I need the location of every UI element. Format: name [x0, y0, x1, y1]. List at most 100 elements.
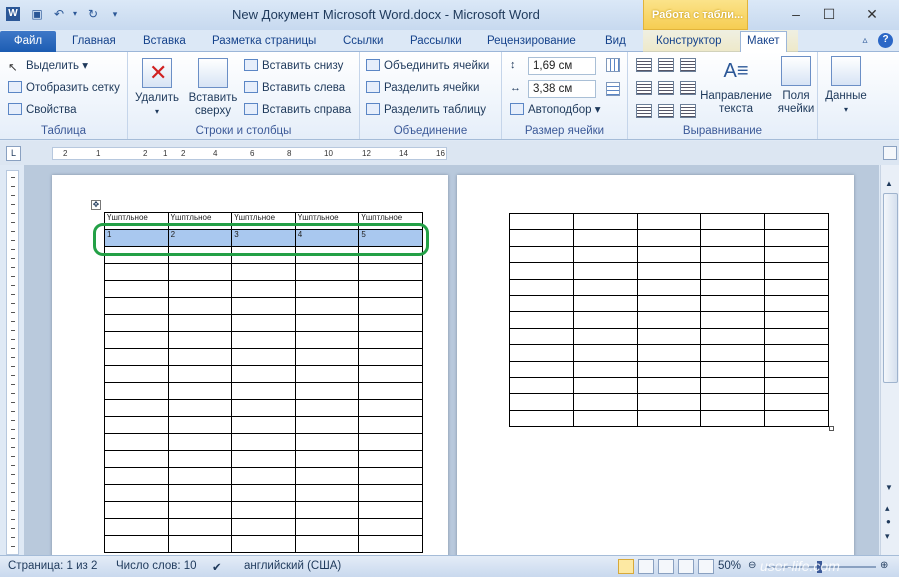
align-middle-center-icon[interactable]: [658, 81, 674, 95]
table-cell[interactable]: [104, 433, 169, 451]
distribute-rows-icon[interactable]: [606, 58, 620, 72]
tab-file[interactable]: Файл: [0, 31, 56, 53]
vertical-scrollbar[interactable]: ▲ ▼ ▴ ● ▾: [880, 165, 899, 555]
table-cell[interactable]: [294, 433, 360, 451]
table-cell[interactable]: [764, 212, 829, 231]
table-cell[interactable]: [358, 484, 423, 502]
table-cell[interactable]: [231, 467, 296, 485]
table-cell[interactable]: [104, 416, 169, 434]
table-cell[interactable]: [572, 278, 638, 296]
table-cell[interactable]: [636, 212, 702, 231]
table-cell[interactable]: [636, 262, 702, 280]
cell-margins-button[interactable]: Поля ячейки: [774, 56, 818, 116]
table-cell[interactable]: [764, 229, 829, 247]
tab-home[interactable]: Главная: [66, 32, 122, 52]
table-cell[interactable]: [700, 344, 766, 362]
table-cell[interactable]: [231, 484, 296, 502]
spellcheck-icon[interactable]: ✔: [212, 560, 222, 574]
row-height-field[interactable]: 1,69 см: [528, 57, 596, 75]
tab-design[interactable]: Конструктор: [650, 32, 728, 52]
table-cell[interactable]: [700, 311, 766, 329]
maximize-button[interactable]: ☐: [815, 4, 843, 24]
customize-qat-icon[interactable]: ▾: [108, 7, 122, 21]
table-cell[interactable]: [167, 433, 233, 451]
table-cell[interactable]: [764, 409, 829, 428]
web-layout-view-icon[interactable]: [658, 559, 674, 574]
scroll-down-icon[interactable]: ▼: [885, 483, 893, 492]
full-screen-view-icon[interactable]: [638, 559, 654, 574]
table-cell[interactable]: [104, 450, 169, 468]
table-cell[interactable]: [764, 278, 829, 296]
table-cell[interactable]: [509, 376, 574, 395]
table-cell[interactable]: [167, 263, 233, 281]
scroll-up-icon[interactable]: ▲: [885, 179, 893, 188]
table-cell[interactable]: [764, 344, 829, 362]
table-cell[interactable]: [104, 518, 169, 536]
table-cell[interactable]: [167, 314, 233, 332]
table-cell[interactable]: [509, 229, 574, 247]
table-cell[interactable]: [572, 360, 638, 378]
align-top-left-icon[interactable]: [636, 58, 652, 72]
table-cell[interactable]: [167, 501, 233, 519]
table-cell[interactable]: [294, 535, 360, 553]
table-cell[interactable]: [636, 294, 702, 313]
table-cell[interactable]: [636, 311, 702, 329]
table-cell[interactable]: [358, 433, 423, 451]
merge-cells-button[interactable]: Объединить ячейки: [366, 57, 489, 75]
table-row[interactable]: [104, 331, 423, 349]
table-cell[interactable]: [231, 416, 296, 434]
align-top-right-icon[interactable]: [680, 58, 696, 72]
table-cell[interactable]: [700, 393, 766, 411]
zoom-out-icon[interactable]: ⊖: [748, 560, 756, 571]
table-cell[interactable]: [294, 416, 360, 434]
align-middle-left-icon[interactable]: [636, 81, 652, 95]
table-row[interactable]: [104, 518, 423, 536]
table-cell[interactable]: [509, 278, 574, 296]
table-cell[interactable]: [231, 382, 296, 400]
table-cell[interactable]: [636, 393, 702, 411]
table-cell[interactable]: [167, 467, 233, 485]
table-row[interactable]: [104, 365, 423, 383]
table-cell[interactable]: [509, 409, 574, 428]
help-icon[interactable]: ?: [878, 33, 893, 48]
table-cell[interactable]: [231, 450, 296, 468]
close-button[interactable]: ✕: [858, 4, 886, 24]
table-row[interactable]: [509, 327, 829, 346]
align-bottom-center-icon[interactable]: [658, 104, 674, 118]
table-cell[interactable]: [104, 348, 169, 366]
table-cell[interactable]: [764, 262, 829, 280]
table-cell[interactable]: [572, 229, 638, 247]
tab-references[interactable]: Ссылки: [337, 32, 390, 52]
table-page-1[interactable]: Үшптльное Үшптльное Үшптльное Үшптльное Үшпт…: [104, 212, 423, 553]
table-cell[interactable]: [167, 450, 233, 468]
table-cell[interactable]: [572, 212, 638, 231]
zoom-in-icon[interactable]: ⊕: [880, 560, 888, 571]
table-row[interactable]: [104, 501, 423, 519]
table-cell[interactable]: [104, 501, 169, 519]
table-cell[interactable]: [231, 314, 296, 332]
table-row[interactable]: [509, 376, 829, 395]
autofit-button[interactable]: Автоподбор ▾: [510, 101, 601, 119]
table-cell[interactable]: [700, 212, 766, 231]
table-cell[interactable]: [358, 535, 423, 553]
table-cell[interactable]: [231, 535, 296, 553]
ribbon-minimize-icon[interactable]: ▵: [858, 34, 872, 48]
table-cell[interactable]: [167, 416, 233, 434]
show-gridlines-button[interactable]: Отобразить сетку: [8, 79, 120, 97]
table-cell[interactable]: [358, 280, 423, 298]
browse-object-icon[interactable]: ●: [886, 517, 891, 526]
table-cell[interactable]: [572, 327, 638, 346]
data-button[interactable]: Данные ▾: [822, 56, 870, 116]
table-cell[interactable]: [636, 409, 702, 428]
table-cell[interactable]: [231, 501, 296, 519]
table-row[interactable]: [509, 229, 829, 247]
table-cell[interactable]: [358, 518, 423, 536]
view-ruler-icon[interactable]: [883, 146, 897, 160]
table-cell[interactable]: [358, 348, 423, 366]
table-cell[interactable]: [294, 348, 360, 366]
table-row[interactable]: [509, 344, 829, 362]
split-table-button[interactable]: Разделить таблицу: [366, 101, 486, 119]
table-cell[interactable]: [700, 376, 766, 395]
table-row[interactable]: [104, 467, 423, 485]
table-cell[interactable]: [167, 280, 233, 298]
